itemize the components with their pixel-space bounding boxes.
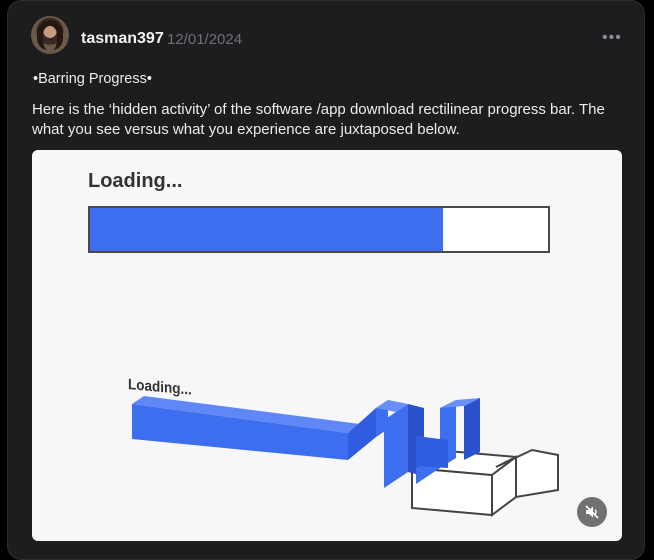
speaker-muted-icon (585, 505, 599, 519)
post-date: 12/01/2024 (167, 31, 243, 48)
post-title: •Barring Progress• (33, 71, 152, 87)
post-card: tasman397 12/01/2024 ••• •Barring Progre… (7, 0, 645, 560)
username[interactable]: tasman397 (81, 30, 164, 48)
post-body: Here is the ‘hidden activity’ of the sof… (32, 101, 605, 138)
media-video[interactable]: Loading... Loading... (32, 150, 622, 541)
mute-button[interactable] (577, 497, 607, 527)
avatar[interactable] (31, 16, 69, 54)
more-options-icon[interactable]: ••• (602, 29, 622, 47)
hidden-activity-illustration (132, 396, 559, 517)
